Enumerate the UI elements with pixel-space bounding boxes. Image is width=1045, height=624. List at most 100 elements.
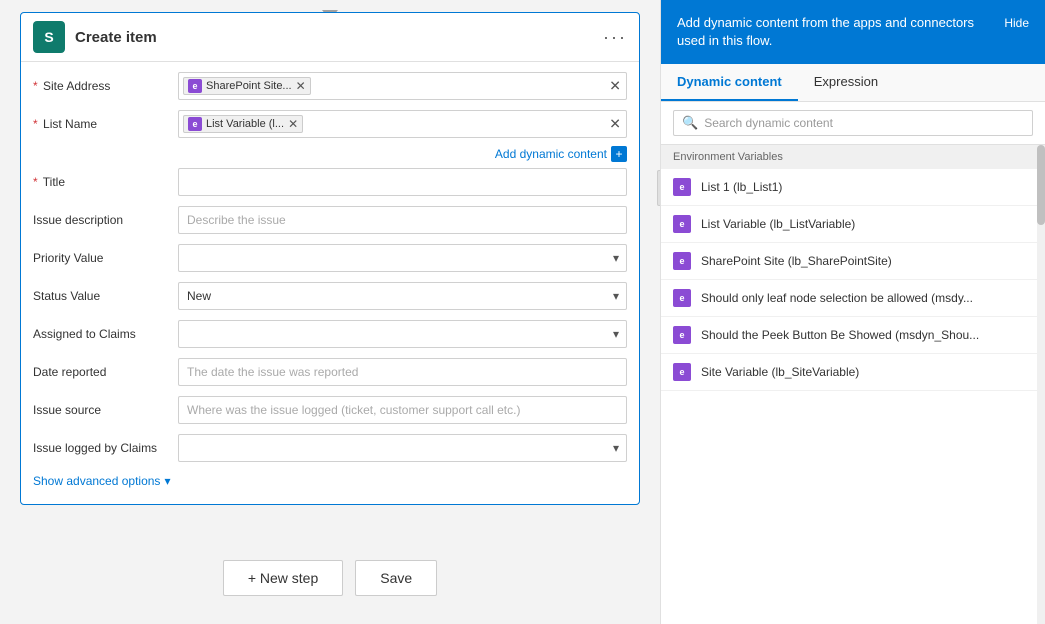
panel-header: Add dynamic content from the apps and co… xyxy=(661,0,1045,64)
list-item-1[interactable]: e List Variable (lb_ListVariable) xyxy=(661,206,1037,243)
status-select[interactable]: New xyxy=(178,282,627,310)
issue-source-input[interactable] xyxy=(178,396,627,424)
item-label-1: List Variable (lb_ListVariable) xyxy=(701,217,855,231)
search-input[interactable] xyxy=(704,116,1024,130)
list-item-3[interactable]: e Should only leaf node selection be all… xyxy=(661,280,1037,317)
site-address-label: * Site Address xyxy=(33,79,178,93)
site-address-tag: e SharePoint Site... ✕ xyxy=(183,77,311,95)
card-icon: S xyxy=(33,21,65,53)
panel-content: Environment Variables e List 1 (lb_List1… xyxy=(661,145,1045,624)
add-dynamic-plus-button[interactable]: + xyxy=(611,146,627,162)
item-label-3: Should only leaf node selection be allow… xyxy=(701,291,973,305)
add-dynamic-content-button[interactable]: Add dynamic content xyxy=(495,147,607,161)
title-label: * Title xyxy=(33,175,178,189)
save-button[interactable]: Save xyxy=(355,560,437,596)
section-header: Environment Variables xyxy=(661,145,1037,169)
title-input[interactable] xyxy=(178,168,627,196)
issue-source-field[interactable] xyxy=(178,396,627,424)
card-menu-button[interactable]: ··· xyxy=(603,27,627,48)
date-reported-row: Date reported xyxy=(33,356,627,388)
list-name-input[interactable]: e List Variable (l... ✕ xyxy=(178,110,627,138)
list-item-4[interactable]: e Should the Peek Button Be Showed (msdy… xyxy=(661,317,1037,354)
item-label-4: Should the Peek Button Be Showed (msdyn_… xyxy=(701,328,979,342)
issue-description-row: Issue description xyxy=(33,204,627,236)
search-box[interactable]: 🔍 xyxy=(673,110,1033,136)
assigned-row: Assigned to Claims ▾ xyxy=(33,318,627,350)
list-name-clear[interactable]: ✕ xyxy=(609,116,621,133)
list-name-tag-close[interactable]: ✕ xyxy=(288,118,298,130)
search-icon: 🔍 xyxy=(682,115,698,131)
scrollbar-thumb[interactable] xyxy=(1037,145,1045,225)
dynamic-content-row: Add dynamic content + xyxy=(33,146,627,162)
show-advanced-options[interactable]: Show advanced options ▾ xyxy=(33,470,627,492)
title-field[interactable] xyxy=(178,168,627,196)
logged-row: Issue logged by Claims ▾ xyxy=(33,432,627,464)
card-header: S Create item ··· xyxy=(21,13,639,62)
issue-description-field[interactable] xyxy=(178,206,627,234)
site-address-row: * Site Address e SharePoint Site... ✕ ✕ xyxy=(33,70,627,102)
logged-label: Issue logged by Claims xyxy=(33,441,178,455)
item-icon-0: e xyxy=(673,178,691,196)
site-address-field[interactable]: e SharePoint Site... ✕ ✕ xyxy=(178,72,627,100)
card-body: * Site Address e SharePoint Site... ✕ ✕ xyxy=(21,62,639,504)
create-item-card: S Create item ··· * Site Address xyxy=(20,12,640,505)
item-icon-1: e xyxy=(673,215,691,233)
item-icon-4: e xyxy=(673,326,691,344)
new-step-button[interactable]: + New step xyxy=(223,560,343,596)
item-label-0: List 1 (lb_List1) xyxy=(701,180,782,194)
logged-select[interactable] xyxy=(178,434,627,462)
issue-description-label: Issue description xyxy=(33,213,178,227)
status-row: Status Value New ▾ xyxy=(33,280,627,312)
priority-select[interactable] xyxy=(178,244,627,272)
date-reported-field[interactable] xyxy=(178,358,627,386)
dynamic-content-panel: Add dynamic content from the apps and co… xyxy=(660,0,1045,624)
list-name-row: * List Name e List Variable (l... ✕ ✕ xyxy=(33,108,627,140)
list-item-2[interactable]: e SharePoint Site (lb_SharePointSite) xyxy=(661,243,1037,280)
logged-field[interactable]: ▾ xyxy=(178,434,627,462)
item-icon-2: e xyxy=(673,252,691,270)
panel-search-area: 🔍 xyxy=(661,102,1045,145)
list-name-field[interactable]: e List Variable (l... ✕ ✕ xyxy=(178,110,627,138)
item-icon-3: e xyxy=(673,289,691,307)
site-address-clear[interactable]: ✕ xyxy=(609,78,621,95)
tag-icon: e xyxy=(188,79,202,93)
status-label: Status Value xyxy=(33,289,178,303)
assigned-field[interactable]: ▾ xyxy=(178,320,627,348)
panel-hide-button[interactable]: Hide xyxy=(1004,14,1029,30)
list-name-tag: e List Variable (l... ✕ xyxy=(183,115,303,133)
assigned-select[interactable] xyxy=(178,320,627,348)
title-row: * Title xyxy=(33,166,627,198)
site-address-tag-close[interactable]: ✕ xyxy=(296,80,306,92)
list-item-5[interactable]: e Site Variable (lb_SiteVariable) xyxy=(661,354,1037,391)
panel-header-text: Add dynamic content from the apps and co… xyxy=(677,14,1004,50)
priority-label: Priority Value xyxy=(33,251,178,265)
panel-tabs: Dynamic content Expression xyxy=(661,64,1045,102)
status-field[interactable]: New ▾ xyxy=(178,282,627,310)
item-icon-5: e xyxy=(673,363,691,381)
issue-source-label: Issue source xyxy=(33,403,178,417)
date-reported-label: Date reported xyxy=(33,365,178,379)
show-advanced-chevron-icon: ▾ xyxy=(164,474,170,488)
priority-field[interactable]: ▾ xyxy=(178,244,627,272)
item-label-2: SharePoint Site (lb_SharePointSite) xyxy=(701,254,892,268)
panel-list: Environment Variables e List 1 (lb_List1… xyxy=(661,145,1037,624)
date-reported-input[interactable] xyxy=(178,358,627,386)
issue-source-row: Issue source xyxy=(33,394,627,426)
list-name-label: * List Name xyxy=(33,117,178,131)
assigned-label: Assigned to Claims xyxy=(33,327,178,341)
tab-expression[interactable]: Expression xyxy=(798,64,894,101)
card-header-left: S Create item xyxy=(33,21,157,53)
list-item[interactable]: e List 1 (lb_List1) xyxy=(661,169,1037,206)
required-star-3: * xyxy=(33,175,38,189)
priority-row: Priority Value ▾ xyxy=(33,242,627,274)
show-advanced-label: Show advanced options xyxy=(33,474,160,488)
tag-icon-2: e xyxy=(188,117,202,131)
item-label-5: Site Variable (lb_SiteVariable) xyxy=(701,365,859,379)
required-star-2: * xyxy=(33,117,38,131)
tab-dynamic-content[interactable]: Dynamic content xyxy=(661,64,798,101)
site-address-input[interactable]: e SharePoint Site... ✕ xyxy=(178,72,627,100)
required-star: * xyxy=(33,79,38,93)
issue-description-input[interactable] xyxy=(178,206,627,234)
scrollbar-track[interactable] xyxy=(1037,145,1045,624)
card-title: Create item xyxy=(75,29,157,46)
